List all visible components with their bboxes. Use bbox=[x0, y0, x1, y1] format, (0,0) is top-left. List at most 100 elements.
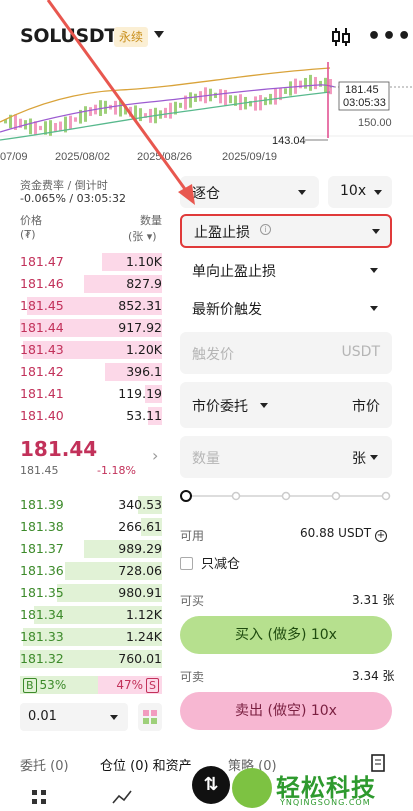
bid-row[interactable]: 181.32 760.01 bbox=[20, 649, 162, 669]
trigger-type-select[interactable]: 最新价触发 bbox=[180, 292, 392, 324]
price-tag: 181.45 bbox=[345, 84, 379, 96]
reduce-only-checkbox[interactable]: 只减仓 bbox=[180, 553, 240, 572]
grid-icon[interactable] bbox=[30, 788, 48, 806]
sell-ratio-value: 47% bbox=[116, 678, 144, 692]
bid-row[interactable]: 181.39 340.53 bbox=[20, 495, 162, 515]
candle bbox=[89, 107, 92, 116]
candle bbox=[34, 121, 37, 135]
trigger-price-input[interactable]: 触发价 USDT bbox=[180, 332, 392, 374]
reduce-only-label: 只减仓 bbox=[201, 557, 241, 572]
perpetual-badge: 永续 bbox=[114, 27, 149, 47]
order-type-value: 市价委托 bbox=[192, 399, 248, 415]
candle bbox=[169, 102, 172, 119]
row-price: 181.34 bbox=[20, 607, 64, 622]
candle bbox=[239, 94, 242, 111]
ask-row[interactable]: 181.41 119.19 bbox=[20, 384, 162, 404]
candle bbox=[319, 80, 322, 87]
ask-row[interactable]: 181.43 1.20K bbox=[20, 340, 162, 360]
tab-orders[interactable]: 委托 (0) bbox=[20, 755, 69, 774]
margin-mode-value: 逐仓 bbox=[192, 186, 220, 202]
can-buy-label: 可买 bbox=[180, 594, 205, 608]
row-qty: 917.92 bbox=[118, 320, 162, 335]
precision-select[interactable]: 0.01 bbox=[20, 703, 128, 731]
bid-row[interactable]: 181.33 1.24K bbox=[20, 627, 162, 647]
add-funds-icon[interactable]: + bbox=[374, 530, 387, 542]
tp-sl-select[interactable]: 止盈止损 i bbox=[180, 214, 392, 248]
ask-row[interactable]: 181.47 1.10K bbox=[20, 252, 162, 272]
checkbox-icon[interactable] bbox=[180, 557, 193, 570]
candle bbox=[259, 95, 262, 111]
row-price: 181.39 bbox=[20, 497, 64, 512]
chevron-down-icon bbox=[370, 306, 378, 311]
quantity-slider[interactable] bbox=[180, 488, 392, 504]
tab-positions[interactable]: 仓位 (0) 和资产 bbox=[100, 755, 192, 774]
buy-long-button[interactable]: 买入 (做多) 10x bbox=[180, 616, 392, 654]
slider-handle bbox=[180, 490, 192, 502]
buy-ratio-tag: B bbox=[23, 678, 37, 693]
info-icon[interactable]: i bbox=[260, 224, 271, 235]
row-price: 181.37 bbox=[20, 541, 64, 556]
ask-row[interactable]: 181.42 396.1 bbox=[20, 362, 162, 382]
row-qty: 53.11 bbox=[126, 408, 162, 423]
candlestick-icon[interactable] bbox=[330, 26, 352, 48]
more-menu-icon[interactable]: ••• bbox=[367, 24, 412, 49]
bid-row[interactable]: 181.36 728.06 bbox=[20, 561, 162, 581]
row-price: 181.44 bbox=[20, 320, 64, 335]
swap-icon[interactable]: ⇅ bbox=[192, 766, 230, 804]
bid-row[interactable]: 181.38 266.61 bbox=[20, 517, 162, 537]
date-label: 2025/08/26 bbox=[137, 151, 192, 163]
candle bbox=[274, 88, 277, 105]
candle bbox=[69, 115, 72, 129]
margin-mode-select[interactable]: 逐仓 bbox=[180, 176, 319, 208]
book-layout-icon[interactable] bbox=[138, 703, 162, 731]
ask-row[interactable]: 181.40 53.11 bbox=[20, 406, 162, 426]
slider-tick bbox=[231, 491, 241, 501]
tpsl-direction-select[interactable]: 单向止盈止损 bbox=[180, 254, 392, 286]
row-price: 181.40 bbox=[20, 408, 64, 423]
price-chart[interactable]: 181.45 03:05:33 150.00 143.04 07/09 2025… bbox=[0, 62, 413, 166]
candle bbox=[54, 123, 57, 132]
ask-row[interactable]: 181.45 852.31 bbox=[20, 296, 162, 316]
available-value: 60.88 USDT + bbox=[300, 526, 387, 542]
quantity-input[interactable]: 数量 张 bbox=[180, 436, 392, 478]
candle bbox=[254, 96, 257, 111]
symbol-title[interactable]: SOLUSDT bbox=[20, 25, 117, 47]
candle bbox=[49, 120, 52, 136]
last-price: 181.44 bbox=[20, 437, 98, 461]
candle bbox=[39, 125, 42, 131]
row-qty: 980.91 bbox=[118, 585, 162, 600]
trigger-type-value: 最新价触发 bbox=[192, 302, 262, 318]
trigger-price-placeholder: 触发价 bbox=[192, 347, 234, 363]
leverage-select[interactable]: 10x bbox=[328, 176, 392, 208]
candle bbox=[224, 89, 227, 106]
date-label: 2025/08/02 bbox=[55, 151, 110, 163]
quantity-unit[interactable]: 张 bbox=[352, 448, 366, 468]
quantity-placeholder: 数量 bbox=[192, 451, 220, 467]
chevron-right-icon[interactable]: › bbox=[152, 446, 158, 465]
candle bbox=[189, 92, 192, 108]
chart-icon[interactable] bbox=[112, 788, 132, 806]
price-change: -1.18% bbox=[97, 464, 136, 477]
candle bbox=[129, 106, 132, 117]
available-amount: 60.88 USDT bbox=[300, 526, 372, 540]
countdown-tag: 03:05:33 bbox=[343, 97, 386, 109]
chart-candles bbox=[4, 74, 332, 136]
ask-row[interactable]: 181.46 827.9 bbox=[20, 274, 162, 294]
qty-unit-dropdown[interactable]: (张 ▾) bbox=[128, 228, 157, 244]
sell-short-button[interactable]: 卖出 (做空) 10x bbox=[180, 692, 392, 730]
ask-row[interactable]: 181.44 917.92 bbox=[20, 318, 162, 338]
row-price: 181.42 bbox=[20, 364, 64, 379]
bid-row[interactable]: 181.37 989.29 bbox=[20, 539, 162, 559]
row-price: 181.41 bbox=[20, 386, 64, 401]
row-price: 181.46 bbox=[20, 276, 64, 291]
candle bbox=[299, 80, 302, 89]
order-type-select[interactable]: 市价委托 市价 bbox=[180, 382, 392, 428]
row-qty: 728.06 bbox=[118, 563, 162, 578]
row-price: 181.38 bbox=[20, 519, 64, 534]
bid-row[interactable]: 181.35 980.91 bbox=[20, 583, 162, 603]
row-qty: 989.29 bbox=[118, 541, 162, 556]
order-price-value: 市价 bbox=[352, 399, 380, 415]
sell-ratio-tag: S bbox=[146, 678, 159, 693]
bid-row[interactable]: 181.34 1.12K bbox=[20, 605, 162, 625]
symbol-dropdown-icon[interactable] bbox=[154, 31, 164, 38]
